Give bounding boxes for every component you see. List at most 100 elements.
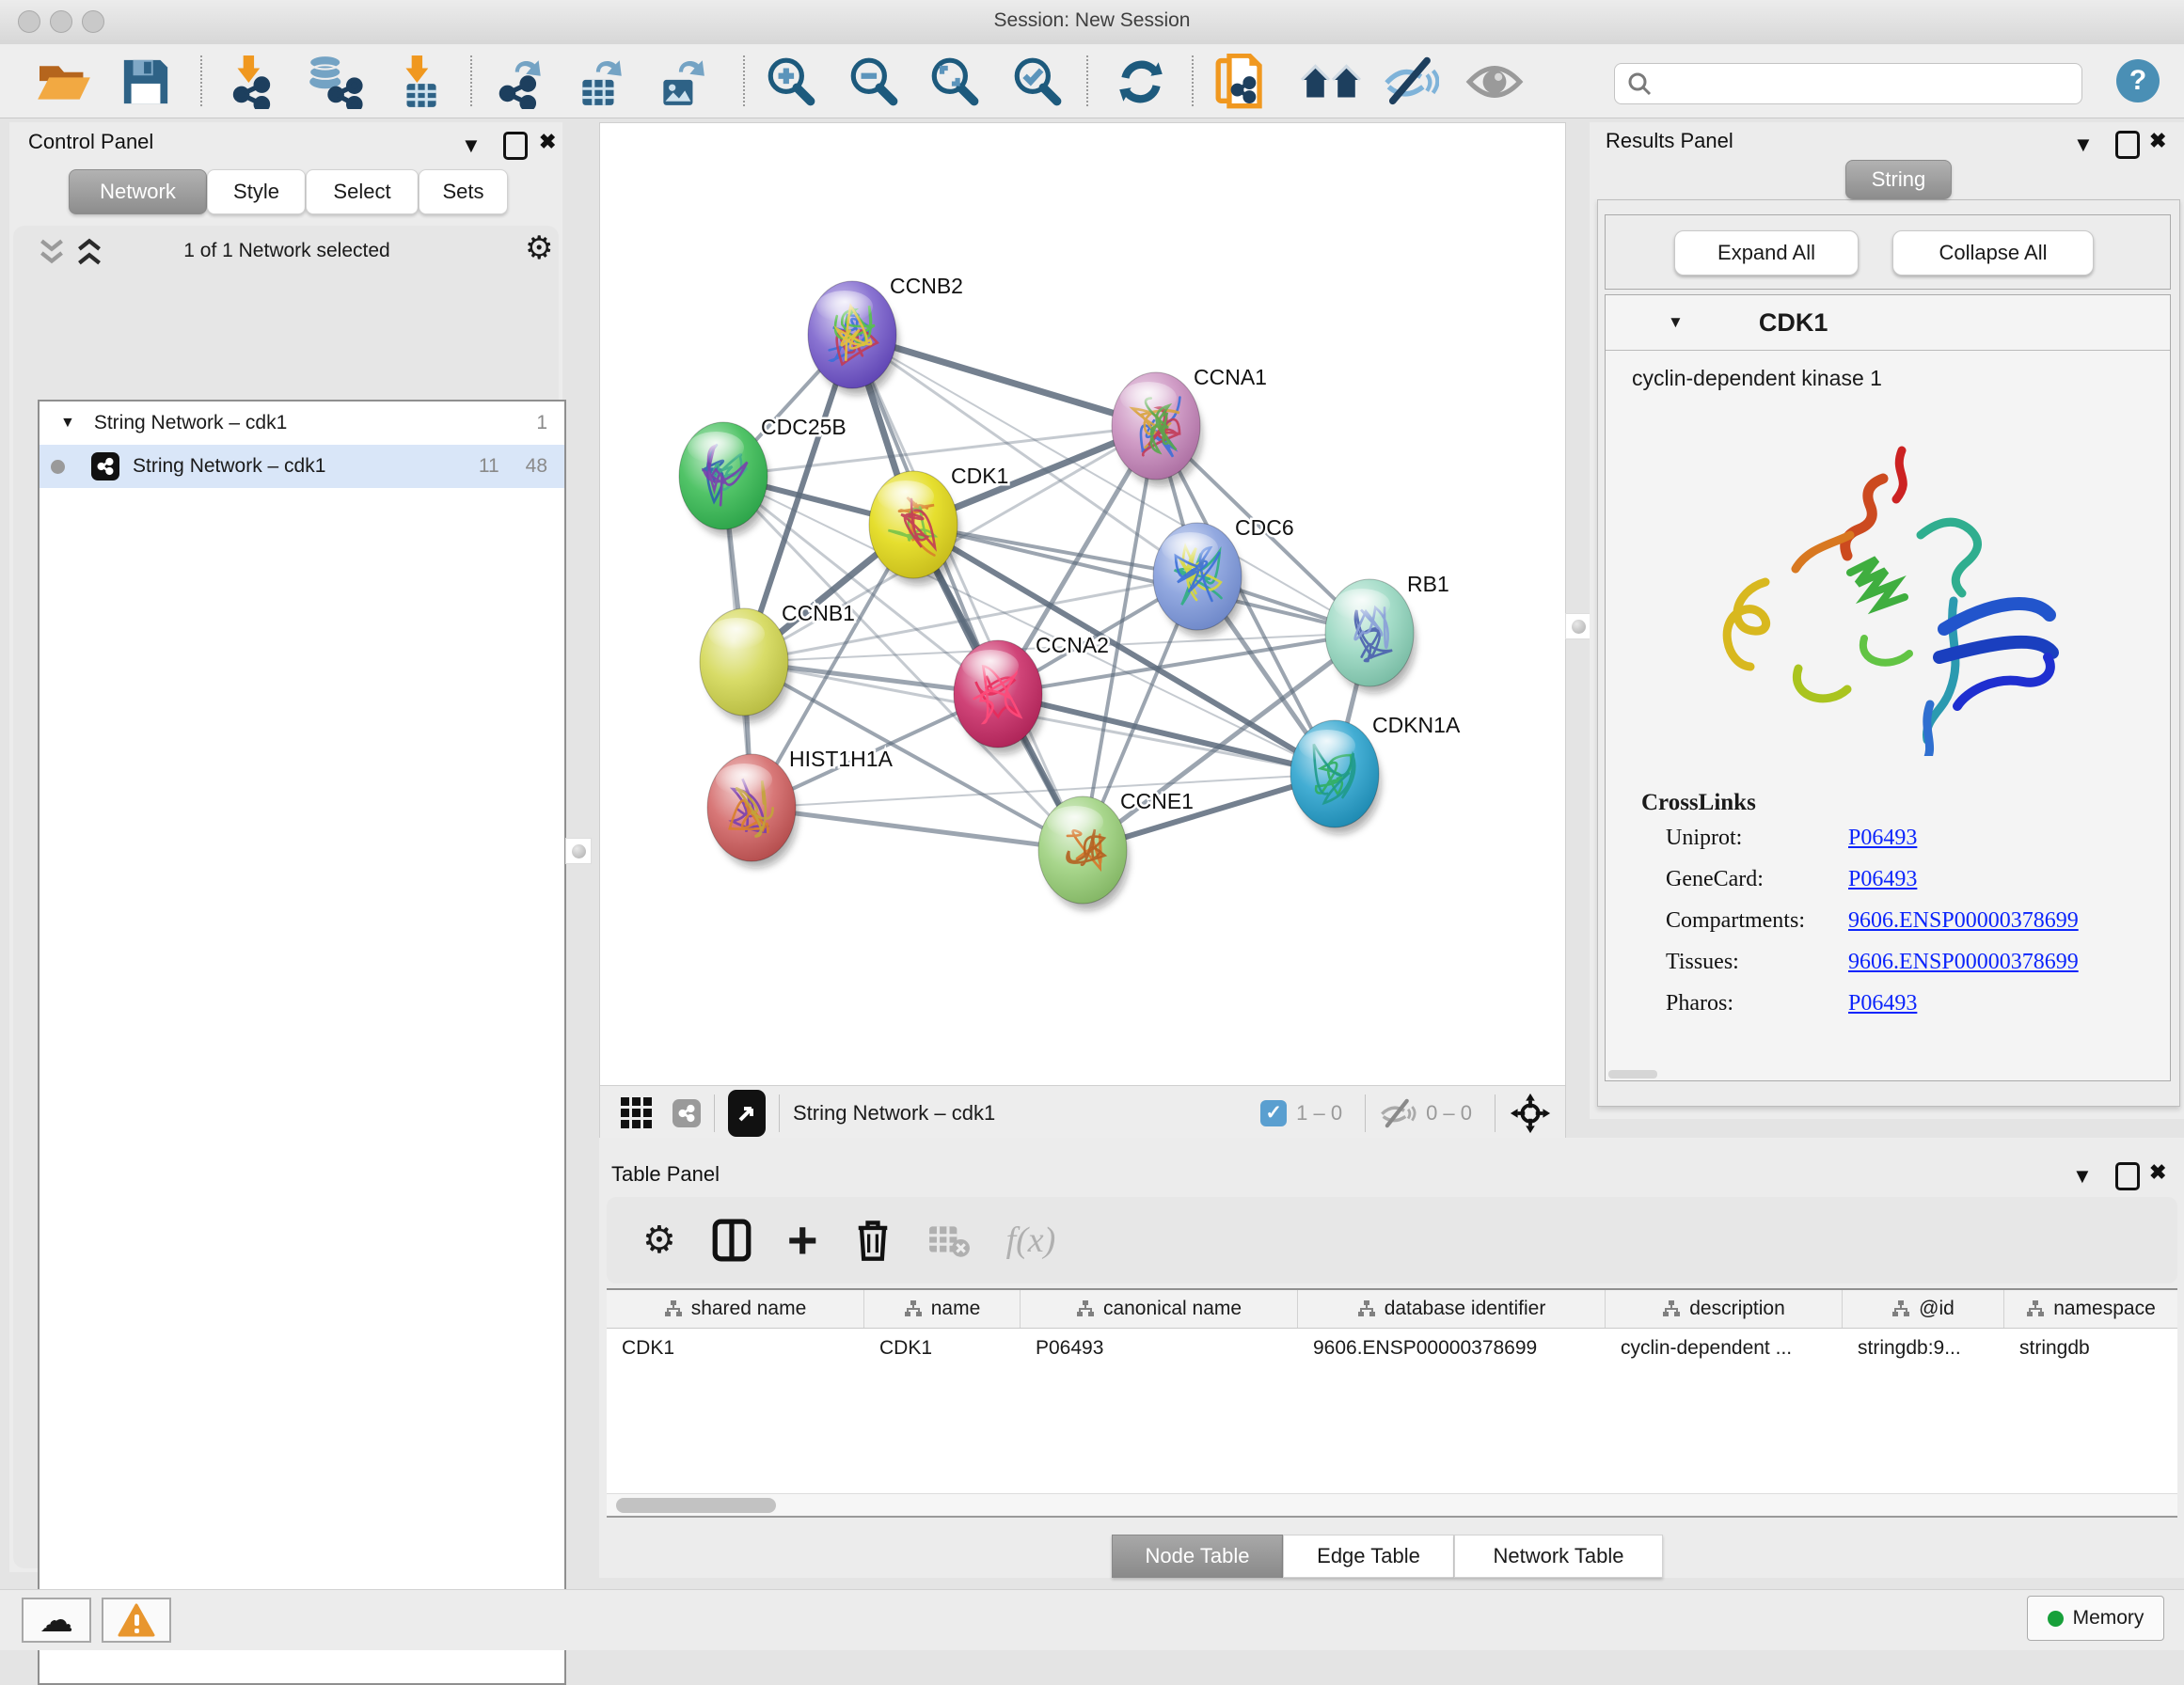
warnings-button[interactable] <box>102 1598 171 1643</box>
network-node-HIST1H1A[interactable]: HIST1H1A <box>707 747 894 868</box>
network-node-CCNB2[interactable]: CCNB2 <box>808 274 963 395</box>
cell-shared-name[interactable]: CDK1 <box>607 1329 864 1368</box>
panel-close-icon[interactable]: ✖ <box>539 130 556 154</box>
network-canvas[interactable]: CCNB2CCNA1CDC25BCDK1CDC6RB1CCNB1CCNA2CDK… <box>600 123 1565 1085</box>
import-network-database-icon[interactable] <box>303 55 363 108</box>
memory-button[interactable]: Memory <box>2027 1596 2164 1641</box>
tab-node-table[interactable]: Node Table <box>1112 1535 1283 1578</box>
cdk1-collapse-icon[interactable]: ▼ <box>1668 313 1684 332</box>
panel-menu-icon[interactable]: ▼ <box>2072 1164 2093 1189</box>
panel-float-icon[interactable] <box>2115 131 2140 159</box>
edge-CCNA2-CDKN1A[interactable] <box>998 694 1335 774</box>
cell-canonical-name[interactable]: P06493 <box>1021 1329 1298 1368</box>
hidden-count-eye-icon[interactable] <box>1379 1098 1416 1128</box>
column-header[interactable]: name <box>864 1290 1021 1328</box>
import-table-file-icon[interactable] <box>393 55 448 108</box>
collapse-all-networks-icon[interactable] <box>36 237 68 272</box>
selected-count-checkbox-icon[interactable]: ✓ <box>1260 1100 1287 1126</box>
column-header[interactable]: @id <box>1843 1290 2004 1328</box>
panel-close-icon[interactable]: ✖ <box>2149 129 2166 153</box>
cloud-status-button[interactable]: ☁ <box>22 1598 91 1643</box>
cdk1-card-header[interactable]: ▼ CDK1 <box>1606 295 2170 351</box>
table-add-icon[interactable]: + <box>787 1221 818 1259</box>
cell-description[interactable]: cyclin-dependent ... <box>1606 1329 1843 1368</box>
export-network-icon[interactable] <box>493 55 549 108</box>
panel-float-icon[interactable] <box>2115 1162 2140 1190</box>
cell-name[interactable]: CDK1 <box>864 1329 1021 1368</box>
tab-style[interactable]: Style <box>207 169 306 214</box>
tab-network-table[interactable]: Network Table <box>1454 1535 1663 1578</box>
table-delete-row-icon[interactable] <box>854 1218 892 1263</box>
network-view[interactable]: CCNB2CCNA1CDC25BCDK1CDC6RB1CCNB1CCNA2CDK… <box>599 122 1566 1086</box>
network-node-CCNA1[interactable]: CCNA1 <box>1112 365 1267 486</box>
view-grid-icon[interactable] <box>621 1097 652 1128</box>
cell-database-identifier[interactable]: 9606.ENSP00000378699 <box>1298 1329 1606 1368</box>
string-view-icon[interactable] <box>673 1099 701 1127</box>
show-eye-icon[interactable] <box>1465 55 1524 108</box>
network-node-CCNB1[interactable]: CCNB1 <box>700 601 855 722</box>
tab-network[interactable]: Network <box>69 169 207 214</box>
tab-select[interactable]: Select <box>306 169 419 214</box>
network-node-CCNE1[interactable]: CCNE1 <box>1038 789 1194 910</box>
table-columns-icon[interactable] <box>712 1219 752 1262</box>
table-hscrollbar[interactable] <box>607 1493 2177 1517</box>
tab-sets[interactable]: Sets <box>419 169 508 214</box>
column-header[interactable]: namespace <box>2004 1290 2177 1328</box>
expand-all-networks-icon[interactable] <box>73 237 105 272</box>
tab-edge-table[interactable]: Edge Table <box>1283 1535 1454 1578</box>
network-node-CDKN1A[interactable]: CDKN1A <box>1290 713 1461 834</box>
panel-menu-icon[interactable]: ▼ <box>461 134 482 158</box>
export-image-icon[interactable] <box>653 55 709 108</box>
network-node-CDC6[interactable]: CDC6 <box>1153 515 1294 637</box>
export-table-icon[interactable] <box>572 55 628 108</box>
import-network-file-icon[interactable] <box>224 55 280 108</box>
crosslink-tissues-link[interactable]: 9606.ENSP00000378699 <box>1848 950 2170 975</box>
search-input[interactable] <box>1653 72 2081 96</box>
results-hscroll-thumb[interactable] <box>1608 1070 1657 1079</box>
table-hscrollbar-thumb[interactable] <box>616 1498 776 1513</box>
panel-float-icon[interactable] <box>503 132 528 160</box>
string-home-icon[interactable] <box>1300 55 1362 108</box>
column-header[interactable]: database identifier <box>1298 1290 1606 1328</box>
network-collection-row[interactable]: ▼ String Network – cdk1 1 <box>40 402 564 445</box>
string-import-icon[interactable] <box>1215 55 1274 108</box>
hide-glasses-icon[interactable] <box>1383 55 1439 108</box>
column-header[interactable]: shared name <box>607 1290 864 1328</box>
crosslink-compartments-link[interactable]: 9606.ENSP00000378699 <box>1848 908 2170 934</box>
edge-CCNB2-CCNE1[interactable] <box>852 335 1083 850</box>
zoom-fit-icon[interactable] <box>927 55 982 108</box>
network-node-RB1[interactable]: RB1 <box>1325 572 1449 693</box>
cell-id[interactable]: stringdb:9... <box>1843 1329 2004 1368</box>
column-header[interactable]: description <box>1606 1290 1843 1328</box>
open-session-icon[interactable] <box>36 55 92 108</box>
search-field[interactable] <box>1614 63 2082 104</box>
node-label-CCNA2: CCNA2 <box>1036 633 1109 657</box>
zoom-out-icon[interactable] <box>847 55 901 108</box>
help-button[interactable]: ? <box>2116 59 2160 102</box>
left-splitter-handle[interactable] <box>565 838 592 864</box>
edge-HIST1H1A-CCNE1[interactable] <box>752 808 1083 850</box>
expand-all-button[interactable]: Expand All <box>1674 230 1859 276</box>
crosslink-uniprot-link[interactable]: P06493 <box>1848 826 2170 851</box>
network-node-CCNA2[interactable]: CCNA2 <box>954 633 1109 754</box>
refresh-icon[interactable] <box>1114 55 1168 108</box>
table-settings-gear-icon[interactable]: ⚙ <box>642 1219 676 1262</box>
crosslink-genecard-link[interactable]: P06493 <box>1848 867 2170 892</box>
collapse-all-button[interactable]: Collapse All <box>1892 230 2094 276</box>
zoom-in-icon[interactable] <box>764 55 818 108</box>
panel-close-icon[interactable]: ✖ <box>2149 1160 2166 1185</box>
crosslink-pharos-link[interactable]: P06493 <box>1848 991 2170 1016</box>
zoom-selected-icon[interactable] <box>1010 55 1065 108</box>
column-header[interactable]: canonical name <box>1021 1290 1298 1328</box>
tab-string-results[interactable]: String <box>1845 160 1952 199</box>
panel-menu-icon[interactable]: ▼ <box>2073 133 2094 157</box>
network-row-selected[interactable]: String Network – cdk1 11 48 <box>40 445 564 488</box>
save-session-icon[interactable] <box>120 55 171 108</box>
cell-namespace[interactable]: stringdb <box>2004 1329 2177 1368</box>
network-options-gear-icon[interactable]: ⚙ <box>525 229 553 267</box>
collection-expand-icon[interactable]: ▼ <box>60 415 75 432</box>
birdseye-view-icon[interactable] <box>728 1090 766 1137</box>
right-splitter-handle[interactable] <box>1565 613 1591 639</box>
center-view-crosshair-icon[interactable] <box>1509 1092 1552 1135</box>
table-row[interactable]: CDK1 CDK1 P06493 9606.ENSP00000378699 cy… <box>607 1329 2177 1368</box>
